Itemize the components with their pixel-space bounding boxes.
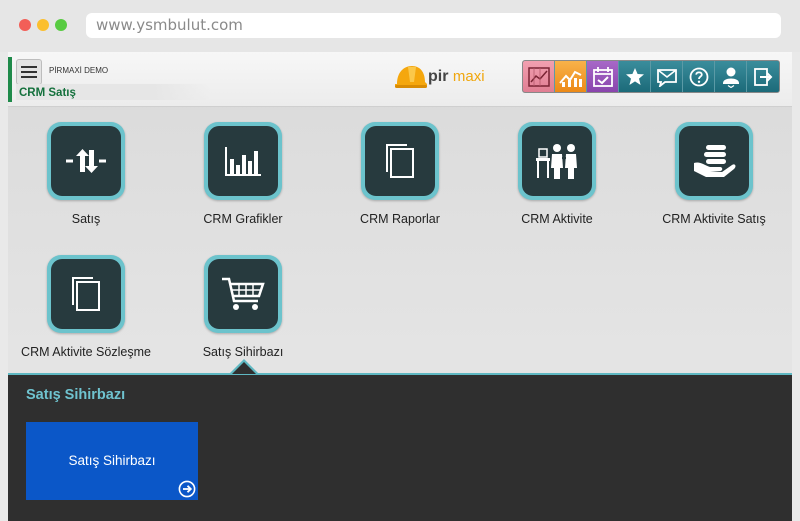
- coins-hand-icon: [694, 145, 736, 177]
- module-tile-crm-grafikler[interactable]: CRM Grafikler: [168, 122, 318, 226]
- minimize-window-dot[interactable]: [37, 19, 49, 31]
- help-icon: [689, 67, 708, 86]
- arrow-right-circle-icon[interactable]: [178, 480, 196, 498]
- exchange-icon: [66, 149, 106, 173]
- panel-pointer-fill: [232, 362, 256, 374]
- logo-text: pir maxi: [428, 68, 485, 86]
- module-icon-frame: [47, 122, 125, 200]
- module-icon-frame: [47, 255, 125, 333]
- module-icon-frame: [204, 255, 282, 333]
- cart-icon: [222, 277, 265, 310]
- trend-icon: [558, 70, 582, 87]
- document-icon: [72, 277, 100, 311]
- user-icon: [722, 67, 739, 88]
- module-icon-frame: [361, 122, 439, 200]
- helmet-icon: [395, 66, 427, 88]
- module-tile-crm-aktivite-satis[interactable]: CRM Aktivite Satış: [639, 122, 789, 226]
- logo-pir: pir: [428, 68, 449, 85]
- hamburger-menu-button[interactable]: [16, 59, 42, 85]
- module-label: Satış: [71, 212, 101, 226]
- meeting-icon: [536, 144, 577, 179]
- star-icon: [625, 67, 644, 85]
- close-window-dot[interactable]: [19, 19, 31, 31]
- message-icon: [656, 68, 677, 87]
- submenu-panel: Satış Sihirbazı Satış Sihirbazı: [8, 373, 792, 521]
- module-title: CRM Satış: [19, 87, 76, 99]
- card-label: Satış Sihirbazı: [68, 453, 156, 468]
- favorites-button[interactable]: [619, 61, 651, 92]
- bar-chart-icon: [225, 147, 261, 176]
- module-tile-crm-raporlar[interactable]: CRM Raporlar: [325, 122, 475, 226]
- chart-icon: [527, 66, 550, 87]
- maximize-window-dot[interactable]: [55, 19, 67, 31]
- module-label: Satış Sihirbazı: [202, 345, 284, 359]
- app-header: PİRMAXİ DEMO CRM Satış pir maxi: [8, 52, 792, 107]
- help-button[interactable]: [683, 61, 715, 92]
- module-icon-frame: [675, 122, 753, 200]
- app-window: PİRMAXİ DEMO CRM Satış pir maxi Satış CR…: [8, 52, 792, 521]
- browser-bar: www.ysmbulut.com: [0, 0, 800, 52]
- module-tile-satis-sihirbazi[interactable]: Satış Sihirbazı: [168, 255, 318, 359]
- module-tile-crm-aktivite[interactable]: CRM Aktivite: [482, 122, 632, 226]
- module-icon-frame: [518, 122, 596, 200]
- module-label: CRM Aktivite Sözleşme: [21, 345, 151, 359]
- logout-button[interactable]: [747, 61, 779, 92]
- header-toolbar: [522, 60, 780, 93]
- module-label: CRM Aktivite Satış: [662, 212, 766, 226]
- logo-maxi: maxi: [452, 68, 485, 85]
- company-name: PİRMAXİ DEMO: [49, 66, 109, 75]
- panel-title: Satış Sihirbazı: [26, 387, 126, 403]
- trend-button[interactable]: [555, 61, 587, 92]
- document-icon: [386, 144, 414, 178]
- chart-button[interactable]: [523, 61, 555, 92]
- logout-icon: [754, 67, 773, 86]
- address-bar[interactable]: www.ysmbulut.com: [86, 13, 781, 38]
- module-icon-frame: [204, 122, 282, 200]
- module-tile-satis[interactable]: Satış: [11, 122, 161, 226]
- user-button[interactable]: [715, 61, 747, 92]
- module-label: CRM Grafikler: [203, 212, 283, 226]
- satis-sihirbazi-card[interactable]: Satış Sihirbazı: [26, 422, 198, 500]
- calendar-icon: [592, 66, 613, 87]
- module-tile-crm-aktivite-sozlesme[interactable]: CRM Aktivite Sözleşme: [11, 255, 161, 359]
- module-label: CRM Raporlar: [360, 212, 440, 226]
- header-accent: [8, 57, 12, 102]
- messages-button[interactable]: [651, 61, 683, 92]
- calendar-button[interactable]: [587, 61, 619, 92]
- module-label: CRM Aktivite: [521, 212, 593, 226]
